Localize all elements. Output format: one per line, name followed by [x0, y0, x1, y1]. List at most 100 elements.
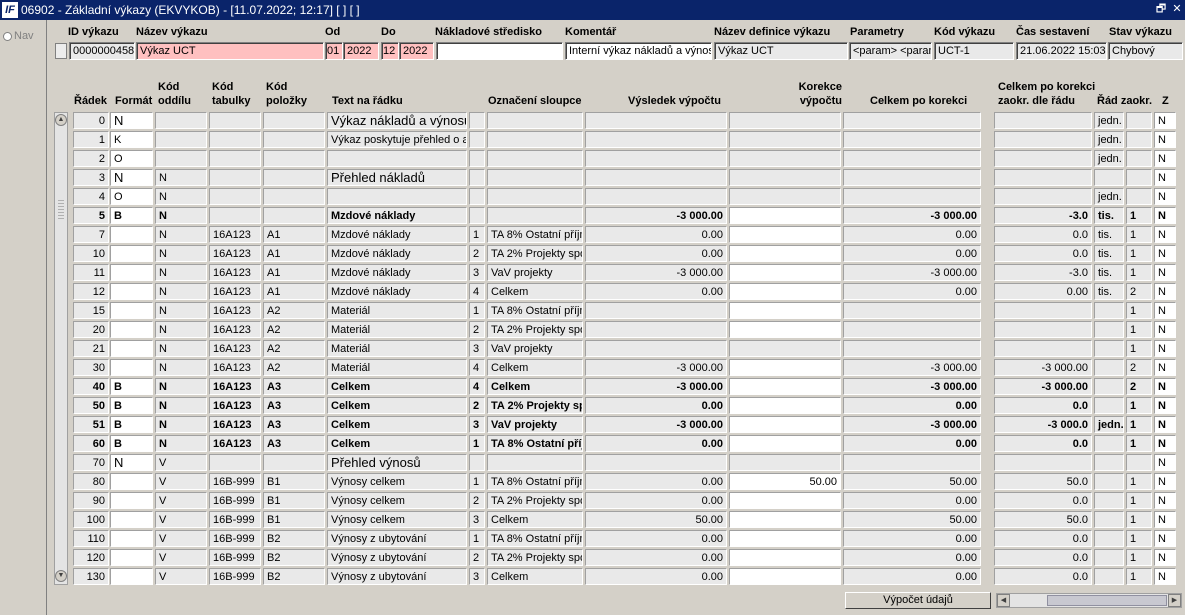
scroll-up-icon[interactable]: ▲ — [55, 114, 67, 126]
cell-total[interactable]: 0.00 — [843, 549, 981, 566]
cell-col-name[interactable] — [487, 454, 583, 471]
cell-correction[interactable] — [729, 188, 841, 205]
cell-item[interactable]: A1 — [263, 264, 325, 281]
cell-order[interactable]: 1 — [1126, 511, 1152, 528]
cell-total[interactable]: 0.00 — [843, 226, 981, 243]
cell-row[interactable]: 51 — [73, 416, 109, 433]
calculate-button[interactable]: Výpočet údajů — [845, 592, 991, 609]
cell-table[interactable]: 16A123 — [209, 340, 261, 357]
cell-total[interactable]: 0.00 — [843, 492, 981, 509]
cell-item[interactable] — [263, 188, 325, 205]
cell-correction[interactable] — [729, 397, 841, 414]
cell-row[interactable]: 90 — [73, 492, 109, 509]
cell-table[interactable] — [209, 131, 261, 148]
cell-item[interactable]: A3 — [263, 435, 325, 452]
cell-col-name[interactable] — [487, 188, 583, 205]
cell-format[interactable] — [110, 283, 153, 300]
cell-z[interactable]: N — [1154, 378, 1176, 395]
cell-order[interactable]: 2 — [1126, 359, 1152, 376]
cell-z[interactable]: N — [1154, 321, 1176, 338]
cell-order[interactable]: 1 — [1126, 321, 1152, 338]
cell-table[interactable]: 16A123 — [209, 416, 261, 433]
cell-order-unit[interactable] — [1094, 340, 1124, 357]
cell-col-no[interactable]: 3 — [469, 340, 485, 357]
cell-rounded[interactable]: -3.0 — [994, 207, 1092, 224]
cell-correction[interactable] — [729, 245, 841, 262]
cell-row[interactable]: 60 — [73, 435, 109, 452]
cell-section[interactable]: V — [155, 473, 207, 490]
cell-text[interactable]: Výnosy celkem — [327, 492, 467, 509]
cell-format[interactable]: B — [110, 207, 153, 224]
cell-format[interactable] — [110, 359, 153, 376]
cell-correction[interactable] — [729, 530, 841, 547]
cell-section[interactable]: N — [155, 283, 207, 300]
cell-col-name[interactable]: TA 2% Projekty spolu — [487, 245, 583, 262]
scroll-right-icon[interactable]: ▶ — [1168, 594, 1181, 607]
cost-center-field[interactable] — [436, 42, 563, 60]
cell-correction[interactable] — [729, 359, 841, 376]
cell-format[interactable] — [110, 264, 153, 281]
cell-order[interactable]: 1 — [1126, 435, 1152, 452]
cell-text[interactable]: Výnosy z ubytování — [327, 549, 467, 566]
cell-item[interactable]: A1 — [263, 245, 325, 262]
cell-rounded[interactable]: -3.0 — [994, 264, 1092, 281]
cell-rounded[interactable]: 0.0 — [994, 435, 1092, 452]
cell-order-unit[interactable]: tis. — [1094, 226, 1124, 243]
cell-table[interactable]: 16B-999 — [209, 473, 261, 490]
cell-result[interactable]: 0.00 — [585, 530, 727, 547]
cell-correction[interactable]: 50.00 — [729, 473, 841, 490]
cell-result[interactable] — [585, 188, 727, 205]
cell-order[interactable]: 1 — [1126, 340, 1152, 357]
code-field[interactable]: UCT-1 — [934, 42, 1014, 60]
cell-z[interactable]: N — [1154, 397, 1176, 414]
cell-order-unit[interactable] — [1094, 454, 1124, 471]
cell-col-name[interactable]: TA 8% Ostatní příjmy — [487, 473, 583, 490]
cell-col-name[interactable]: VaV projekty — [487, 264, 583, 281]
cell-result[interactable]: 0.00 — [585, 283, 727, 300]
cell-correction[interactable] — [729, 340, 841, 357]
cell-result[interactable]: 0.00 — [585, 435, 727, 452]
cell-correction[interactable] — [729, 549, 841, 566]
cell-order-unit[interactable] — [1094, 397, 1124, 414]
cell-col-no[interactable]: 3 — [469, 416, 485, 433]
cell-order-unit[interactable] — [1094, 359, 1124, 376]
cell-order-unit[interactable]: tis. — [1094, 245, 1124, 262]
cell-total[interactable]: -3 000.00 — [843, 264, 981, 281]
cell-col-no[interactable] — [469, 207, 485, 224]
cell-order[interactable]: 1 — [1126, 473, 1152, 490]
cell-row[interactable]: 4 — [73, 188, 109, 205]
cell-format[interactable] — [110, 321, 153, 338]
cell-item[interactable]: B2 — [263, 530, 325, 547]
cell-section[interactable]: N — [155, 435, 207, 452]
cell-col-no[interactable]: 1 — [469, 435, 485, 452]
cell-item[interactable]: A1 — [263, 226, 325, 243]
cell-result[interactable]: 0.00 — [585, 397, 727, 414]
cell-result[interactable] — [585, 454, 727, 471]
cell-item[interactable]: A2 — [263, 302, 325, 319]
cell-result[interactable]: 0.00 — [585, 473, 727, 490]
cell-format[interactable] — [110, 245, 153, 262]
cell-z[interactable]: N — [1154, 264, 1176, 281]
cell-col-name[interactable] — [487, 150, 583, 167]
cell-col-name[interactable]: Celkem — [487, 378, 583, 395]
cell-col-no[interactable]: 4 — [469, 378, 485, 395]
cell-col-name[interactable]: TA 2% Projekty spolu — [487, 549, 583, 566]
cell-result[interactable]: -3 000.00 — [585, 207, 727, 224]
cell-section[interactable]: V — [155, 549, 207, 566]
cell-z[interactable]: N — [1154, 169, 1176, 186]
cell-section[interactable] — [155, 131, 207, 148]
cell-order-unit[interactable] — [1094, 492, 1124, 509]
cell-z[interactable]: N — [1154, 131, 1176, 148]
cell-order-unit[interactable] — [1094, 435, 1124, 452]
cell-z[interactable]: N — [1154, 226, 1176, 243]
vertical-scrollbar[interactable]: ▲ ▼ — [54, 112, 68, 585]
cell-item[interactable] — [263, 150, 325, 167]
cell-order[interactable] — [1126, 454, 1152, 471]
cell-row[interactable]: 30 — [73, 359, 109, 376]
cell-text[interactable]: Výnosy celkem — [327, 473, 467, 490]
cell-total[interactable]: -3 000.00 — [843, 378, 981, 395]
cell-z[interactable]: N — [1154, 188, 1176, 205]
cell-z[interactable]: N — [1154, 112, 1176, 129]
cell-result[interactable] — [585, 302, 727, 319]
cell-result[interactable]: -3 000.00 — [585, 416, 727, 433]
